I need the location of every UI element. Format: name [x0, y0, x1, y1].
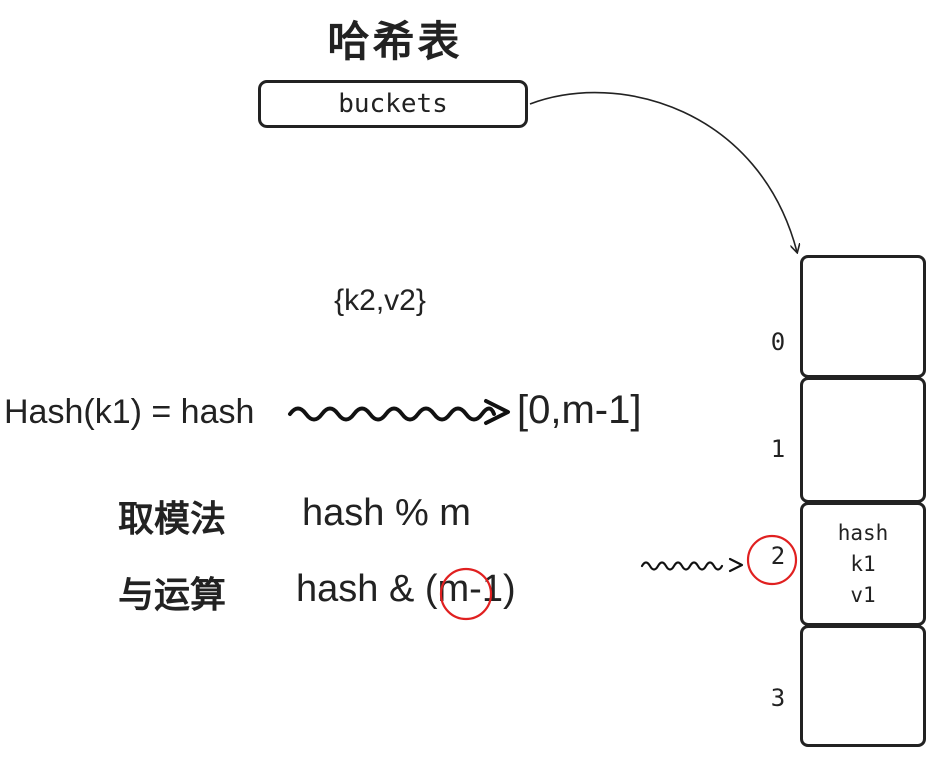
buckets-pointer-arrow	[529, 91, 797, 252]
wavy-mapping-arrow	[288, 399, 510, 425]
wavy-index-arrow	[640, 557, 744, 573]
highlight-circle-index-2	[746, 534, 798, 586]
highlight-circle-m	[439, 567, 493, 621]
diagram-overlay	[288, 91, 952, 621]
